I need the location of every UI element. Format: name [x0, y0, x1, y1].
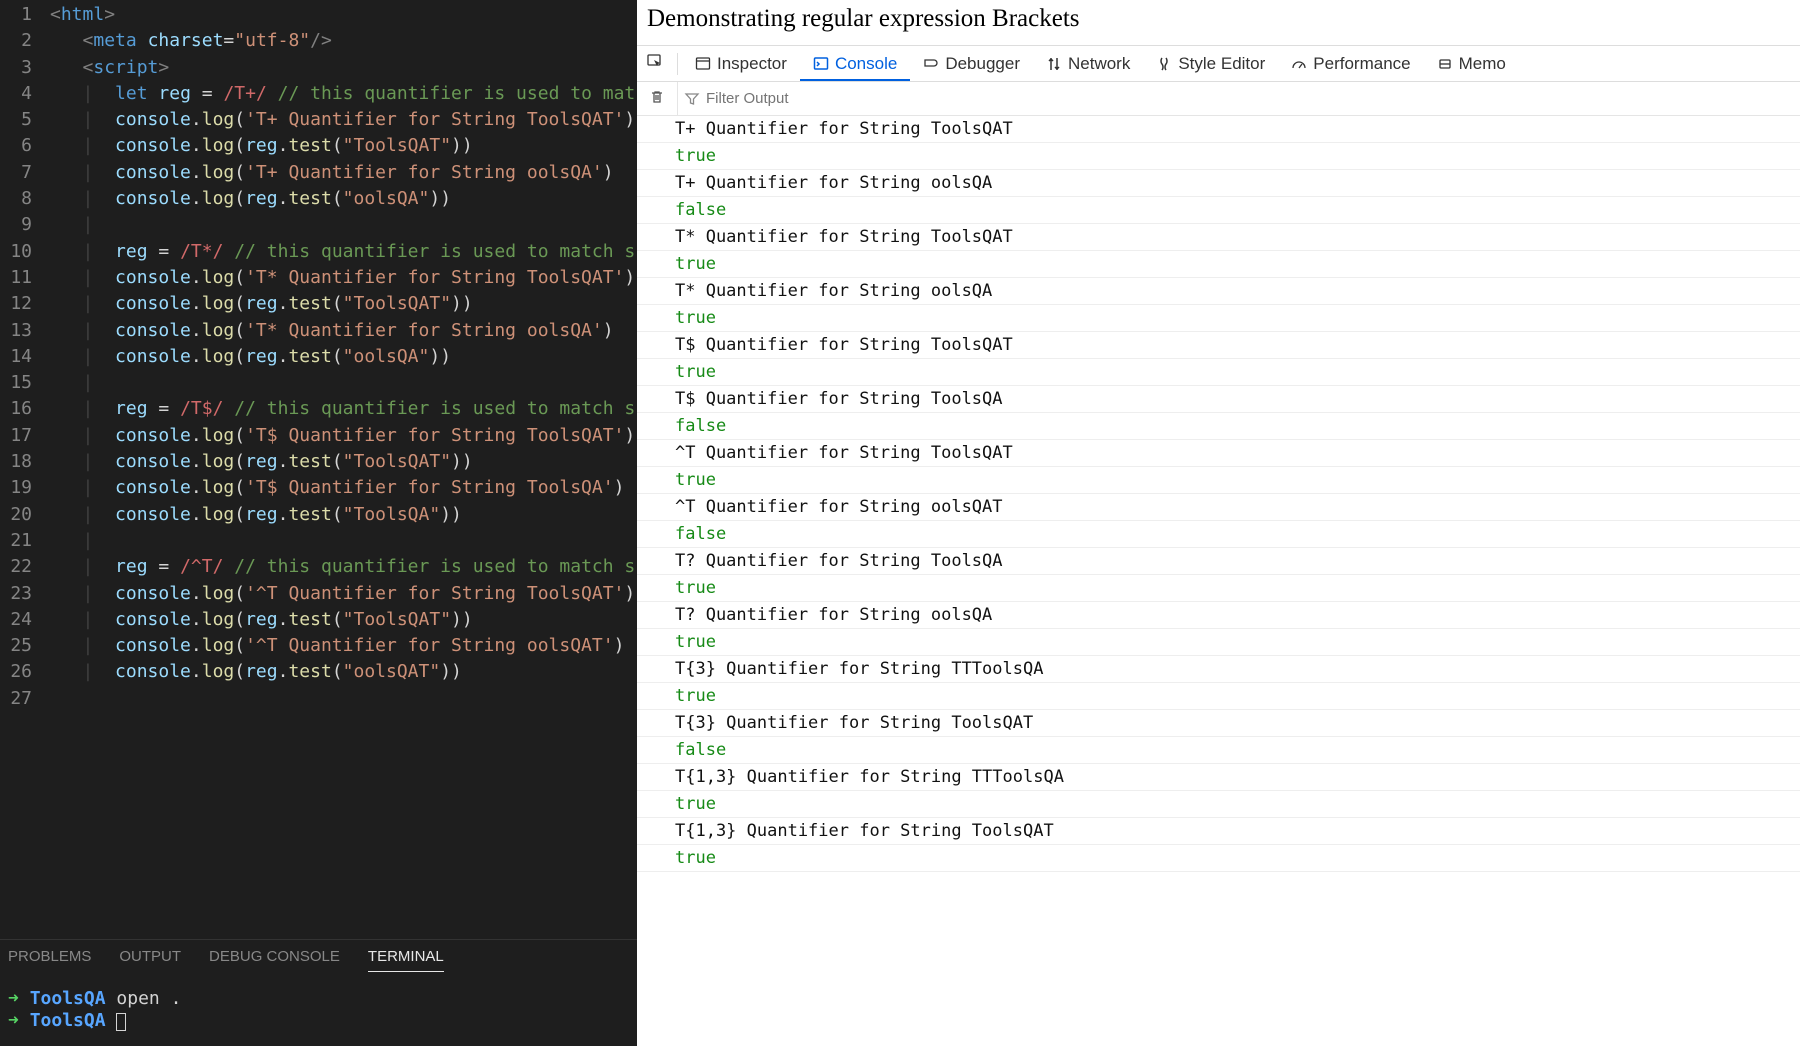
- console-message: T{1,3} Quantifier for String TTToolsQA: [637, 764, 1800, 791]
- tab-network-label: Network: [1068, 54, 1130, 74]
- tab-performance-label: Performance: [1313, 54, 1410, 74]
- devtools: Inspector Console Debugger Network Style…: [637, 45, 1800, 1046]
- console-boolean: false: [637, 737, 1800, 764]
- code-area[interactable]: 1234567891011121314151617181920212223242…: [0, 0, 637, 939]
- console-message: ^T Quantifier for String ToolsQAT: [637, 440, 1800, 467]
- console-toolbar: [637, 82, 1800, 116]
- page-title: Demonstrating regular expression Bracket…: [637, 0, 1800, 45]
- console-message: T$ Quantifier for String ToolsQA: [637, 386, 1800, 413]
- console-boolean: true: [637, 143, 1800, 170]
- performance-icon: [1291, 56, 1307, 72]
- code-content[interactable]: <html> <meta charset="utf-8"/> <script> …: [50, 0, 637, 939]
- memory-icon: [1437, 56, 1453, 72]
- tab-debug-console[interactable]: DEBUG CONSOLE: [209, 948, 340, 972]
- tab-style-editor-label: Style Editor: [1178, 54, 1265, 74]
- terminal[interactable]: ➜ ToolsQA open .➜ ToolsQA: [0, 982, 637, 1046]
- console-message: T{3} Quantifier for String TTToolsQA: [637, 656, 1800, 683]
- tab-inspector-label: Inspector: [717, 54, 787, 74]
- tab-debugger[interactable]: Debugger: [910, 46, 1033, 81]
- tab-memory-label: Memo: [1459, 54, 1506, 74]
- tab-network[interactable]: Network: [1033, 46, 1143, 81]
- line-number-gutter: 1234567891011121314151617181920212223242…: [0, 0, 50, 939]
- inspector-icon: [695, 56, 711, 72]
- console-boolean: true: [637, 629, 1800, 656]
- clear-console-button[interactable]: [637, 89, 677, 109]
- panel-tabs: PROBLEMS OUTPUT DEBUG CONSOLE TERMINAL: [0, 948, 637, 982]
- console-icon: [813, 56, 829, 72]
- console-boolean: true: [637, 467, 1800, 494]
- console-message: T? Quantifier for String oolsQA: [637, 602, 1800, 629]
- tab-inspector[interactable]: Inspector: [682, 46, 800, 81]
- console-message: T+ Quantifier for String oolsQA: [637, 170, 1800, 197]
- console-message: T* Quantifier for String ToolsQAT: [637, 224, 1800, 251]
- separator: [677, 53, 678, 75]
- element-picker-icon[interactable]: [637, 53, 673, 74]
- tab-console-label: Console: [835, 54, 897, 74]
- tab-performance[interactable]: Performance: [1278, 46, 1423, 81]
- filter-icon: [684, 91, 700, 107]
- tab-memory[interactable]: Memo: [1424, 46, 1519, 81]
- console-boolean: true: [637, 791, 1800, 818]
- devtools-tabs: Inspector Console Debugger Network Style…: [637, 46, 1800, 82]
- tab-console[interactable]: Console: [800, 46, 910, 81]
- console-message: ^T Quantifier for String oolsQAT: [637, 494, 1800, 521]
- console-boolean: true: [637, 251, 1800, 278]
- tab-terminal[interactable]: TERMINAL: [368, 948, 444, 972]
- console-boolean: true: [637, 305, 1800, 332]
- console-message: T$ Quantifier for String ToolsQAT: [637, 332, 1800, 359]
- console-message: T? Quantifier for String ToolsQA: [637, 548, 1800, 575]
- console-message: T{3} Quantifier for String ToolsQAT: [637, 710, 1800, 737]
- console-message: T* Quantifier for String oolsQA: [637, 278, 1800, 305]
- console-boolean: true: [637, 845, 1800, 872]
- console-boolean: true: [637, 359, 1800, 386]
- console-output[interactable]: T+ Quantifier for String ToolsQATtrueT+ …: [637, 116, 1800, 1046]
- filter-input[interactable]: [706, 90, 856, 107]
- filter-wrap: [677, 82, 862, 115]
- console-boolean: true: [637, 575, 1800, 602]
- tab-debugger-label: Debugger: [945, 54, 1020, 74]
- network-icon: [1046, 56, 1062, 72]
- debugger-icon: [923, 56, 939, 72]
- browser-pane: Demonstrating regular expression Bracket…: [637, 0, 1800, 1046]
- console-message: T+ Quantifier for String ToolsQAT: [637, 116, 1800, 143]
- style-editor-icon: [1156, 56, 1172, 72]
- console-boolean: true: [637, 683, 1800, 710]
- console-boolean: false: [637, 521, 1800, 548]
- tab-style-editor[interactable]: Style Editor: [1143, 46, 1278, 81]
- trash-icon: [649, 89, 665, 105]
- bottom-panel: PROBLEMS OUTPUT DEBUG CONSOLE TERMINAL ➜…: [0, 939, 637, 1046]
- console-boolean: false: [637, 413, 1800, 440]
- console-message: T{1,3} Quantifier for String ToolsQAT: [637, 818, 1800, 845]
- tab-problems[interactable]: PROBLEMS: [8, 948, 91, 972]
- console-boolean: false: [637, 197, 1800, 224]
- code-editor-pane: 1234567891011121314151617181920212223242…: [0, 0, 637, 1046]
- tab-output[interactable]: OUTPUT: [119, 948, 181, 972]
